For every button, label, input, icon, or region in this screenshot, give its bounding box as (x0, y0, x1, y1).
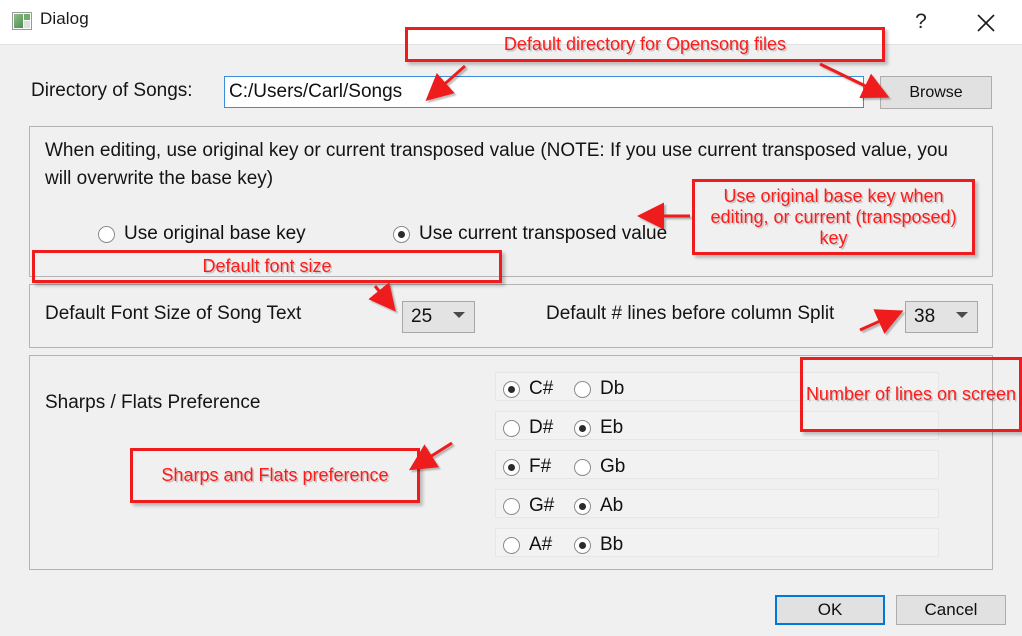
radio-dot-icon (503, 458, 520, 476)
font-size-group: Default Font Size of Song Text 25 Defaul… (29, 284, 993, 348)
ok-button[interactable]: OK (775, 595, 885, 625)
radio-dot-icon (393, 225, 410, 243)
dialog-window: Dialog ? Directory of Songs: Browse When… (0, 0, 1022, 636)
radio-label: C# (529, 378, 554, 399)
editing-key-group: When editing, use original key or curren… (29, 126, 993, 277)
chevron-down-icon (956, 312, 968, 318)
column-split-label: Default # lines before column Split (546, 303, 835, 324)
radio-dot-icon (574, 536, 591, 554)
radio-dot-icon (574, 419, 591, 437)
radio-flat-Gb[interactable]: Gb (574, 456, 625, 478)
radio-label: Use current transposed value (419, 223, 668, 244)
radio-label: Ab (600, 495, 624, 516)
radio-label: D# (529, 417, 554, 438)
column-split-value: 38 (914, 306, 936, 327)
sharps-flats-title: Sharps / Flats Preference (45, 392, 261, 413)
radio-use-original-base-key[interactable]: Use original base key (98, 223, 306, 245)
cancel-button[interactable]: Cancel (896, 595, 1006, 625)
radio-sharp-Csharp[interactable]: C# (503, 378, 553, 400)
radio-dot-icon (574, 380, 591, 398)
radio-flat-Ab[interactable]: Ab (574, 495, 623, 517)
radio-label: F# (529, 456, 552, 477)
radio-label: Bb (600, 534, 624, 555)
font-size-label: Default Font Size of Song Text (45, 303, 302, 324)
chevron-down-icon (453, 312, 465, 318)
radio-flat-Db[interactable]: Db (574, 378, 624, 400)
sharps-flats-row: G# Ab (495, 489, 939, 518)
radio-dot-icon (574, 458, 591, 476)
window-title: Dialog (40, 9, 89, 28)
font-size-dropdown[interactable]: 25 (402, 301, 475, 333)
radio-sharp-Dsharp[interactable]: D# (503, 417, 553, 439)
sharps-flats-row: A# Bb (495, 528, 939, 557)
radio-flat-Bb[interactable]: Bb (574, 534, 623, 556)
radio-label: G# (529, 495, 555, 516)
directory-input[interactable] (224, 76, 864, 108)
radio-dot-icon (503, 419, 520, 437)
app-window-icon (12, 12, 32, 30)
radio-use-current-transposed[interactable]: Use current transposed value (393, 223, 667, 245)
sharps-flats-row: C# Db (495, 372, 939, 401)
radio-sharp-Asharp[interactable]: A# (503, 534, 552, 556)
radio-dot-icon (98, 225, 115, 243)
radio-sharp-Gsharp[interactable]: G# (503, 495, 554, 517)
column-split-dropdown[interactable]: 38 (905, 301, 978, 333)
radio-flat-Eb[interactable]: Eb (574, 417, 623, 439)
title-bar: Dialog ? (0, 0, 1022, 45)
close-icon[interactable] (963, 4, 1009, 40)
help-icon[interactable]: ? (900, 4, 942, 40)
radio-dot-icon (503, 536, 520, 554)
radio-dot-icon (574, 497, 591, 515)
radio-label: Eb (600, 417, 624, 438)
font-size-value: 25 (411, 306, 433, 327)
sharps-flats-row: F# Gb (495, 450, 939, 479)
sharps-flats-row: D# Eb (495, 411, 939, 440)
sharps-flats-group: Sharps / Flats Preference C# Db D# Eb F# Gb G#… (29, 355, 993, 570)
radio-label: Gb (600, 456, 626, 477)
radio-label: Db (600, 378, 625, 399)
browse-button[interactable]: Browse (880, 76, 992, 109)
radio-sharp-Fsharp[interactable]: F# (503, 456, 551, 478)
radio-label: Use original base key (124, 223, 306, 244)
radio-label: A# (529, 534, 553, 555)
directory-label: Directory of Songs: (31, 80, 193, 101)
radio-dot-icon (503, 380, 520, 398)
editing-note: When editing, use original key or curren… (45, 140, 948, 189)
radio-dot-icon (503, 497, 520, 515)
